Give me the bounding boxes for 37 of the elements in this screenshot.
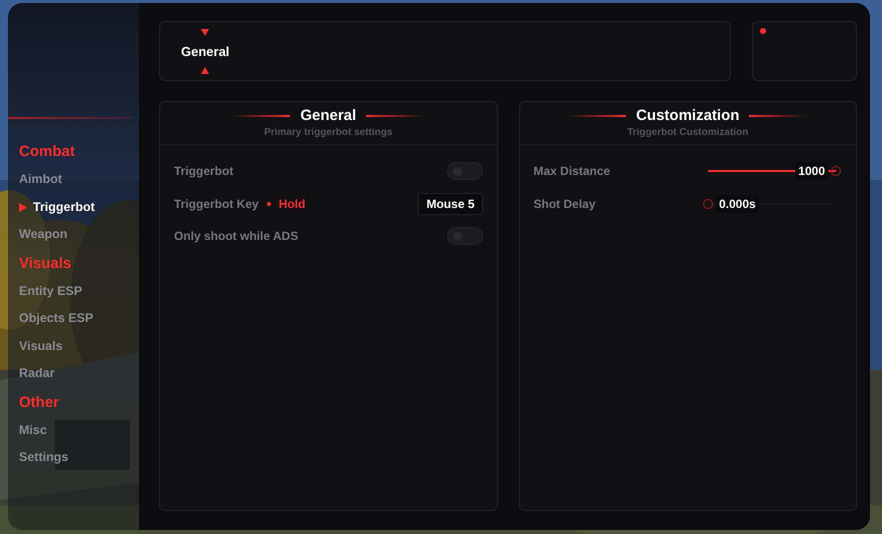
sidebar-item[interactable]: Entity ESP	[8, 278, 139, 305]
toggle-switch[interactable]	[446, 162, 482, 180]
triangle-icon	[201, 66, 210, 74]
setting-label: Shot Delay	[534, 196, 596, 211]
dot-icon	[266, 202, 271, 206]
sidebar-item[interactable]: Misc	[8, 416, 139, 444]
sidebar-item[interactable]: Triggerbot	[8, 194, 139, 221]
sidebar-item[interactable]: Aimbot	[8, 166, 139, 194]
slider-value: 1000	[795, 162, 828, 180]
keybind-button[interactable]: Mouse 5	[418, 192, 482, 215]
slider-handle[interactable]	[831, 166, 841, 176]
triangle-icon	[201, 28, 210, 36]
toggle-switch[interactable]	[446, 227, 482, 246]
setting-label: Only shoot while ADS	[174, 229, 298, 244]
sidebar-item[interactable]: Settings	[8, 444, 139, 472]
panel-title: General	[300, 107, 356, 124]
slider[interactable]: 1000	[702, 161, 842, 182]
setting-label: Max Distance	[534, 164, 610, 178]
setting-label: Triggerbot Key	[174, 196, 259, 211]
triangle-icon	[19, 202, 27, 212]
section-heading: Combat	[18, 142, 76, 162]
dot-icon	[760, 28, 766, 34]
panel-subtitle: Triggerbot Customization	[627, 127, 748, 138]
slider[interactable]: 0.000s	[702, 194, 842, 214]
section-heading: Other	[18, 392, 60, 412]
sidebar-item[interactable]: Weapon	[8, 221, 139, 248]
slider-handle[interactable]	[703, 198, 713, 209]
tab[interactable]: General	[181, 44, 230, 58]
sidebar-item[interactable]: Visuals	[8, 332, 139, 360]
mode-label[interactable]: Hold	[278, 196, 306, 211]
slider-value: 0.000s	[716, 194, 759, 213]
panel-title: Customization	[636, 107, 740, 124]
sidebar-item[interactable]: Radar	[8, 360, 139, 388]
sidebar-item[interactable]: Objects ESP	[8, 305, 139, 332]
section-heading: Visuals	[18, 254, 72, 274]
setting-label: Triggerbot	[174, 164, 234, 178]
panel-subtitle: Primary triggerbot settings	[264, 127, 392, 138]
